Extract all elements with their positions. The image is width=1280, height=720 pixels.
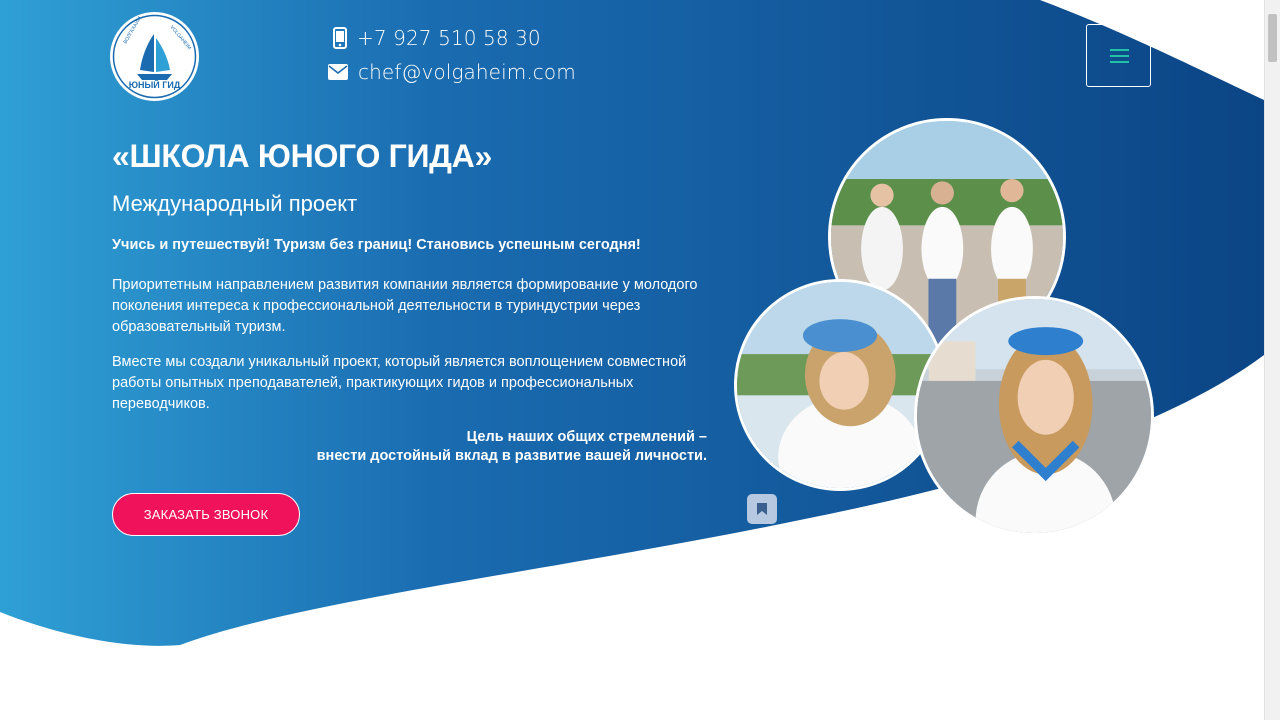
- page-title: «ШКОЛА ЮНОГО ГИДА»: [112, 138, 492, 174]
- intro-paragraph: Приоритетным направлением развития компа…: [112, 277, 698, 335]
- menu-bar-bottom: [1110, 61, 1129, 63]
- logo-ship-icon: ЮНЫЙ ГИД ВОЛГАХАЙМ VOLGAHEIM: [112, 15, 197, 99]
- photo-girl-in-cap: [734, 279, 946, 491]
- page: ЮНЫЙ ГИД ВОЛГАХАЙМ VOLGAHEIM +7 927 510 …: [0, 0, 1280, 720]
- project-paragraph: Вместе мы создали уникальный проект, кот…: [112, 354, 687, 412]
- envelope-icon: [328, 64, 348, 80]
- goal-statement: Цель наших общих стремлений – внести дос…: [317, 428, 707, 466]
- phone-contact[interactable]: +7 927 510 58 30: [333, 26, 541, 50]
- slogan: Учись и путешествуй! Туризм без границ! …: [112, 237, 641, 253]
- goal-line-1: Цель наших общих стремлений –: [466, 429, 707, 445]
- scrollbar[interactable]: [1264, 0, 1280, 720]
- mobile-phone-icon: [333, 27, 347, 49]
- phone-number[interactable]: +7 927 510 58 30: [357, 26, 541, 50]
- logo[interactable]: ЮНЫЙ ГИД ВОЛГАХАЙМ VOLGAHEIM: [112, 14, 197, 99]
- menu-bar-middle: [1110, 55, 1129, 57]
- scrollbar-thumb[interactable]: [1268, 14, 1277, 62]
- hamburger-menu-icon: [1110, 49, 1129, 51]
- hamburger-menu-button[interactable]: [1086, 24, 1151, 87]
- bookmark-icon: [757, 503, 767, 515]
- photo-girl-speaking: [914, 296, 1154, 536]
- svg-text:ЮНЫЙ ГИД: ЮНЫЙ ГИД: [129, 79, 181, 90]
- email-address[interactable]: chef@volgaheim.com: [358, 60, 576, 84]
- email-contact[interactable]: chef@volgaheim.com: [328, 60, 576, 84]
- goal-line-2: внести достойный вклад в развитие вашей …: [316, 448, 707, 464]
- page-subtitle: Международный проект: [112, 191, 358, 216]
- bookmark-button[interactable]: [747, 494, 777, 524]
- request-call-button[interactable]: ЗАКАЗАТЬ ЗВОНОК: [112, 493, 300, 536]
